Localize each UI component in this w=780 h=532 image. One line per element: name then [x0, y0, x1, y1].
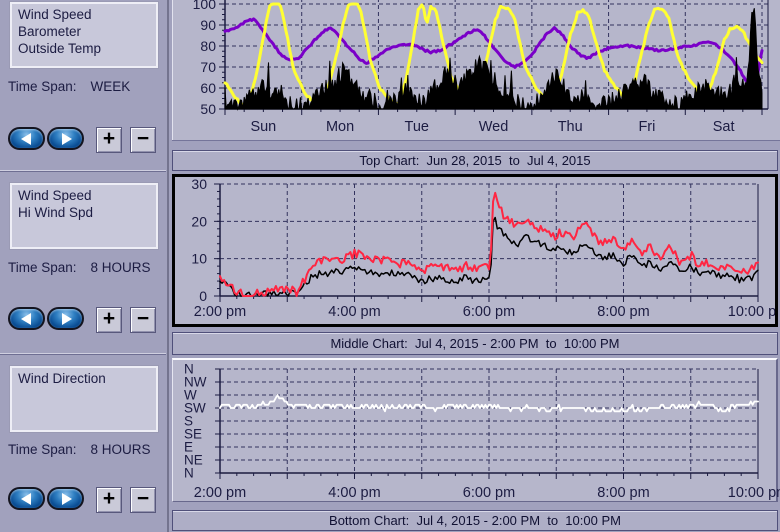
svg-text:2:00 pm: 2:00 pm	[194, 485, 246, 500]
right-arrow-icon	[62, 133, 72, 145]
top-chart-caption: Top Chart: Jun 28, 2015 to Jul 4, 2015	[172, 150, 778, 171]
list-item[interactable]: Barometer	[18, 23, 156, 40]
top-chart-svg: 50 60 70 80 90 100 Sun Mon Tue Wed Thu Fri Sat	[172, 0, 780, 140]
left-arrow-icon	[21, 133, 31, 145]
svg-text:4:00 pm: 4:00 pm	[328, 485, 380, 500]
svg-text:6:00 pm: 6:00 pm	[463, 304, 515, 320]
zoom-in-button[interactable]: +	[96, 487, 122, 513]
list-item[interactable]: Wind Speed	[18, 187, 156, 204]
svg-text:10: 10	[191, 251, 207, 267]
svg-text:8:00 pm: 8:00 pm	[597, 485, 649, 500]
scroll-right-button[interactable]	[47, 487, 84, 510]
svg-text:70: 70	[200, 59, 216, 75]
svg-text:50: 50	[200, 101, 216, 117]
svg-text:0: 0	[199, 288, 207, 304]
scroll-right-button[interactable]	[47, 127, 84, 150]
svg-text:Thu: Thu	[558, 119, 583, 135]
svg-text:90: 90	[200, 17, 216, 33]
minus-icon: −	[137, 127, 149, 150]
timespan-top: Time Span:WEEK	[8, 79, 130, 94]
svg-text:20: 20	[191, 213, 207, 229]
svg-text:6:00 pm: 6:00 pm	[463, 485, 515, 500]
list-item[interactable]: Wind Speed	[18, 6, 156, 23]
zoom-out-button[interactable]: −	[130, 127, 156, 153]
svg-text:Tue: Tue	[405, 119, 429, 135]
bottom-chart-series-list[interactable]: Wind Direction	[10, 366, 158, 432]
bottom-chart-svg: NNWWSWSSEENEN2:00 pm4:00 pm6:00 pm8:00 p…	[173, 360, 780, 500]
middle-chart-series-list[interactable]: Wind Speed Hi Wind Spd	[10, 183, 158, 249]
svg-text:8:00 pm: 8:00 pm	[597, 304, 649, 320]
timespan-middle: Time Span:8 HOURS	[8, 260, 151, 275]
svg-text:N: N	[184, 466, 194, 481]
list-item[interactable]: Outside Temp	[18, 40, 156, 57]
timespan-value: 8 HOURS	[91, 442, 151, 457]
svg-text:30: 30	[191, 177, 207, 192]
middle-chart-caption: Middle Chart: Jul 4, 2015 - 2:00 PM to 1…	[172, 332, 778, 355]
svg-text:10:00 pm: 10:00 pm	[728, 304, 775, 320]
timespan-value: WEEK	[91, 79, 131, 94]
plus-icon: +	[103, 487, 115, 510]
zoom-out-button[interactable]: −	[130, 487, 156, 513]
svg-text:10:00 pm: 10:00 pm	[728, 485, 780, 500]
svg-text:Sat: Sat	[713, 119, 735, 135]
svg-text:2:00 pm: 2:00 pm	[194, 304, 246, 320]
svg-text:60: 60	[200, 80, 216, 96]
scroll-left-button[interactable]	[8, 307, 45, 330]
svg-text:Fri: Fri	[638, 119, 655, 135]
right-arrow-icon	[62, 313, 72, 325]
timespan-bottom: Time Span:8 HOURS	[8, 442, 151, 457]
svg-text:80: 80	[200, 38, 216, 54]
weather-chart-window: Wind Speed Barometer Outside Temp Time S…	[0, 0, 780, 532]
scroll-right-button[interactable]	[47, 307, 84, 330]
svg-text:Sun: Sun	[250, 119, 276, 135]
top-chart-series-list[interactable]: Wind Speed Barometer Outside Temp	[10, 2, 158, 68]
minus-icon: −	[137, 487, 149, 510]
zoom-in-button[interactable]: +	[96, 127, 122, 153]
svg-text:100: 100	[193, 0, 217, 12]
svg-text:Wed: Wed	[479, 119, 509, 135]
divider	[0, 354, 166, 355]
scroll-left-button[interactable]	[8, 487, 45, 510]
svg-text:4:00 pm: 4:00 pm	[328, 304, 380, 320]
minus-icon: −	[137, 307, 149, 330]
plus-icon: +	[103, 127, 115, 150]
scroll-left-button[interactable]	[8, 127, 45, 150]
list-item[interactable]: Wind Direction	[18, 370, 156, 387]
list-item[interactable]: Hi Wind Spd	[18, 204, 156, 221]
right-arrow-icon	[62, 493, 72, 505]
vertical-divider	[167, 0, 169, 532]
left-arrow-icon	[21, 313, 31, 325]
divider	[0, 171, 166, 172]
middle-chart-svg: 0 10 20 30 2:00 pm 4:00 pm 6:00 pm 8:00 pm 10:00…	[175, 177, 775, 324]
bottom-chart-caption: Bottom Chart: Jul 4, 2015 - 2:00 PM to 1…	[172, 510, 778, 531]
zoom-in-button[interactable]: +	[96, 307, 122, 333]
svg-text:Mon: Mon	[326, 119, 354, 135]
plus-icon: +	[103, 307, 115, 330]
left-arrow-icon	[21, 493, 31, 505]
timespan-value: 8 HOURS	[91, 260, 151, 275]
zoom-out-button[interactable]: −	[130, 307, 156, 333]
